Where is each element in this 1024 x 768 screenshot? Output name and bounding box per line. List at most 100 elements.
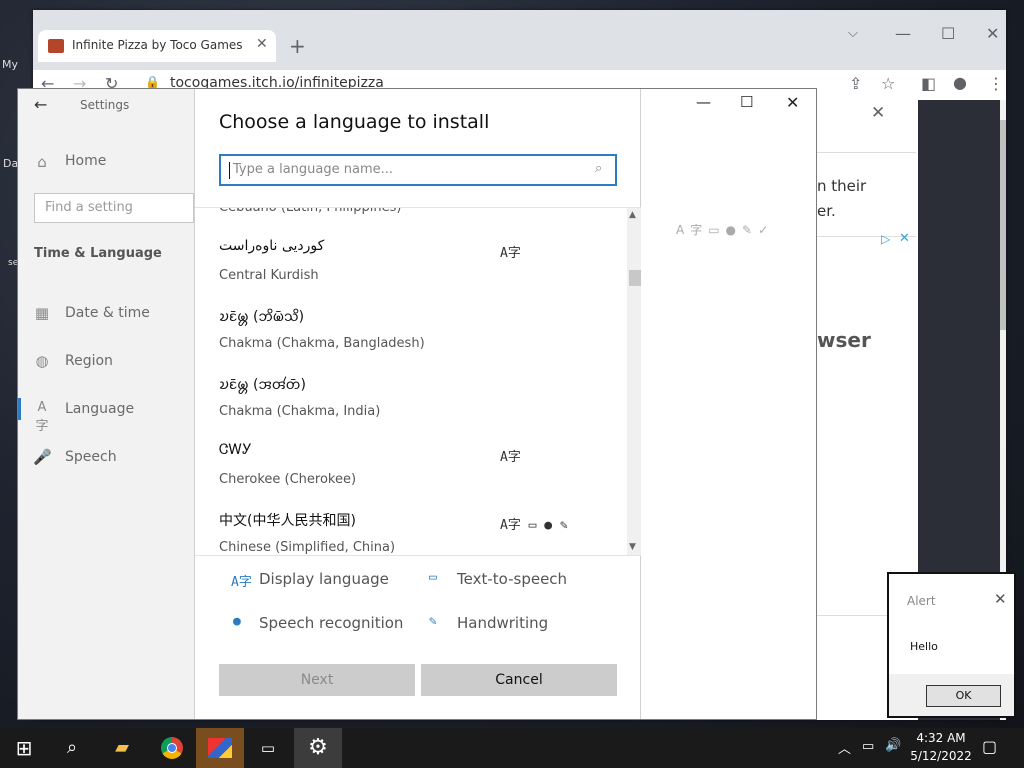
ad-choices-icon[interactable]: ▷	[881, 232, 890, 246]
close-icon[interactable]: ✕	[786, 93, 799, 112]
dialog-title: Choose a language to install	[219, 111, 490, 133]
legend-text-to-speech: Text-to-speech	[457, 570, 568, 588]
alert-message: Hello	[910, 640, 938, 653]
nav-language[interactable]: Language	[65, 401, 134, 417]
legend-speech-recognition: Speech recognition	[259, 614, 404, 632]
list-item[interactable]: ᏣᎳᎩ Cherokee (Cherokee) A字	[195, 436, 625, 504]
scroll-down-icon[interactable]: ▼	[629, 542, 636, 552]
legend-handwriting: Handwriting	[457, 614, 549, 632]
show-hidden-icons-icon[interactable]: ︿	[838, 738, 851, 757]
file-explorer-icon[interactable]: ▰	[98, 728, 146, 768]
clock-time[interactable]: 4:32 AM	[913, 731, 969, 745]
close-icon[interactable]: ✕	[986, 24, 999, 43]
minimize-icon[interactable]: —	[696, 93, 711, 111]
divider	[817, 152, 916, 153]
network-icon[interactable]: ▭	[862, 739, 874, 754]
language-english-name: Chakma (Chakma, India)	[219, 404, 381, 419]
scroll-up-icon[interactable]: ▲	[629, 210, 636, 220]
clock-date[interactable]: 5/12/2022	[910, 749, 972, 763]
active-indicator	[18, 398, 21, 420]
list-item[interactable]: کوردیی ناوەراست Central Kurdish A字	[195, 232, 625, 300]
nav-region[interactable]: Region	[65, 353, 113, 369]
lock-icon: 🔒	[145, 75, 160, 89]
text-to-speech-icon: ▭	[429, 570, 437, 585]
ad-close-icon[interactable]: ✕	[899, 231, 910, 246]
feature-icons: A字 ▭ ● ✎	[500, 518, 568, 533]
share-icon[interactable]: ⇪	[849, 74, 862, 93]
language-list: Cebuano (Latin, Philippines) کوردیی ناوە…	[195, 207, 641, 556]
scrollbar-thumb[interactable]	[1000, 120, 1006, 330]
language-english-name: Chakma (Chakma, Bangladesh)	[219, 336, 425, 351]
close-ad-icon[interactable]: ✕	[871, 103, 885, 123]
language-native-name: کوردیی ناوەراست	[219, 238, 325, 254]
profile-icon[interactable]: ●	[953, 73, 967, 92]
language-english-name: Central Kurdish	[219, 268, 319, 283]
globe-icon: ◍	[35, 352, 49, 370]
scrollbar-thumb[interactable]	[629, 270, 641, 286]
page-heading: wser	[817, 328, 871, 352]
close-tab-icon[interactable]: ✕	[256, 36, 268, 52]
speech-recognition-icon: ●	[233, 614, 241, 629]
feature-icons: A字	[500, 246, 521, 261]
menu-icon[interactable]: ⋮	[988, 74, 1004, 93]
nav-date-time[interactable]: Date & time	[65, 305, 150, 321]
ok-button[interactable]: OK	[926, 685, 1001, 707]
list-item[interactable]: 中文(中华人民共和国) Chinese (Simplified, China) …	[195, 504, 625, 556]
language-native-name: 𑄌𑄋𑄴𑄟𑄳𑄦 (𑄞𑄢𑄧𑄖𑄴)	[219, 377, 306, 393]
minimize-icon[interactable]: —	[895, 24, 911, 43]
alert-title: Alert	[907, 594, 936, 608]
tab-title: Infinite Pizza by Toco Games	[72, 38, 243, 52]
find-setting-placeholder: Find a setting	[45, 200, 133, 215]
windows-start-icon[interactable]: ⊞	[0, 728, 48, 768]
app-icon[interactable]	[196, 728, 244, 768]
language-english-name: Cherokee (Cherokee)	[219, 472, 357, 487]
language-native-name: 𑄌𑄋𑄴𑄟𑄳𑄦 (𑄃𑄨𑄟𑄴𑄥𑄨)	[219, 309, 305, 325]
list-item-partial[interactable]: Cebuano (Latin, Philippines)	[219, 208, 401, 215]
text-cursor	[229, 162, 230, 179]
desktop-label[interactable]: My	[2, 58, 18, 71]
side-panel-icon[interactable]: ◧	[921, 74, 936, 93]
list-item[interactable]: 𑄌𑄋𑄴𑄟𑄳𑄦 (𑄞𑄢𑄧𑄖𑄴) Chakma (Chakma, India)	[195, 368, 625, 436]
browser-tab[interactable]: Infinite Pizza by Toco Games ✕	[38, 30, 276, 62]
handwriting-icon: ✎	[429, 614, 437, 629]
favicon-icon	[48, 39, 64, 53]
search-icon: ⌕	[595, 161, 603, 176]
language-native-name: 中文(中华人民共和国)	[219, 513, 356, 529]
terminal-icon[interactable]: ▭	[244, 728, 292, 768]
divider	[195, 555, 641, 556]
volume-icon[interactable]: 🔊	[885, 738, 901, 753]
microphone-icon: 🎤	[33, 448, 52, 466]
taskbar: ⊞ ⌕ ▰ ▭ ⚙ ︿ ▭ 🔊 4:32 AM 5/12/2022 ▢	[0, 728, 1024, 768]
maximize-icon[interactable]: ☐	[941, 24, 955, 43]
home-icon: ⌂	[37, 153, 47, 171]
page-text: er.	[817, 202, 836, 220]
search-placeholder: Type a language name...	[233, 162, 394, 177]
next-button[interactable]: Next	[219, 664, 415, 696]
nav-speech[interactable]: Speech	[65, 449, 117, 465]
settings-sidebar: ← Settings ⌂ Home Find a setting Time & …	[18, 89, 194, 719]
cancel-button[interactable]: Cancel	[421, 664, 617, 696]
chrome-icon[interactable]	[148, 728, 196, 768]
feature-icons-faded: A字▭●✎✓	[676, 223, 775, 237]
settings-gear-icon[interactable]: ⚙	[294, 728, 342, 768]
list-item[interactable]: 𑄌𑄋𑄴𑄟𑄳𑄦 (𑄃𑄨𑄟𑄴𑄥𑄨) Chakma (Chakma, Banglade…	[195, 300, 625, 368]
maximize-icon[interactable]: ☐	[740, 93, 753, 111]
chrome-logo	[161, 737, 183, 759]
new-tab-icon[interactable]: +	[289, 34, 306, 58]
find-setting-input[interactable]: Find a setting	[34, 193, 194, 223]
calendar-icon: ▦	[34, 304, 50, 322]
nav-home[interactable]: Home	[65, 153, 106, 169]
search-icon[interactable]: ⌕	[48, 728, 96, 768]
settings-title: Settings	[80, 98, 130, 112]
close-icon[interactable]: ✕	[994, 590, 1007, 608]
tab-search-icon[interactable]: ⌵	[848, 26, 858, 41]
language-icon: A字	[35, 400, 49, 434]
notification-icon[interactable]: ▢	[982, 737, 997, 756]
desktop-label[interactable]: Da	[3, 157, 18, 170]
chrome-logo-center	[167, 743, 177, 753]
language-search-input[interactable]: Type a language name... ⌕	[219, 154, 617, 186]
back-icon[interactable]: ←	[34, 95, 47, 114]
list-scrollbar[interactable]: ▲ ▼	[627, 208, 641, 556]
bookmark-star-icon[interactable]: ☆	[881, 74, 895, 93]
language-native-name: ᏣᎳᎩ	[219, 442, 252, 458]
